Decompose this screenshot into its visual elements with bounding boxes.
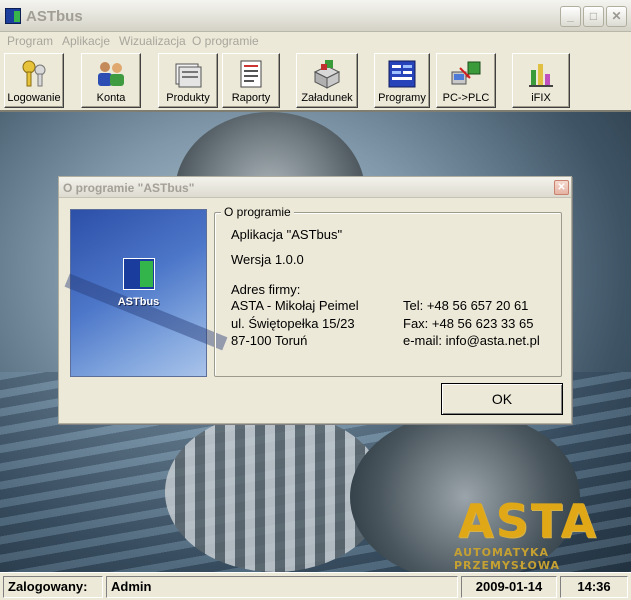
asta-logo: ASTA (458, 494, 599, 548)
asta-logo-subtitle: AUTOMATYKA PRZEMYSŁOWA (454, 546, 561, 572)
status-user: Admin (106, 576, 458, 598)
app-name-text: Aplikacja "ASTbus" (231, 227, 343, 242)
dialog-close-button[interactable]: ✕ (554, 180, 569, 195)
dialog-splash-image: ASTbus (70, 209, 207, 377)
menu-o-programie[interactable]: O programie (192, 34, 259, 48)
about-dialog: O programie "ASTbus" ✕ ASTbus O programi… (58, 176, 572, 424)
address-line: 87-100 Toruń (231, 333, 308, 348)
toolbar-label: iFIX (531, 92, 551, 104)
users-icon (98, 62, 124, 86)
toolbar-label: Raporty (231, 92, 271, 104)
toolbar-label: Załadunek (301, 92, 353, 104)
status-logged-label: Zalogowany: (3, 576, 103, 598)
pc-plc-icon (451, 61, 481, 85)
address-label: Adres firmy: (231, 282, 301, 297)
address-line: ul. Świętopełka 15/23 (231, 316, 355, 331)
astbus-logo-label: ASTbus (117, 296, 160, 308)
email-text: e-mail: info@asta.net.pl (403, 333, 540, 348)
folders-icon (175, 63, 202, 88)
produkty-button[interactable]: Produkty (158, 53, 218, 108)
loading-icon (313, 60, 341, 89)
logowanie-button[interactable]: Logowanie (4, 53, 64, 108)
pc-plc-button[interactable]: PC->PLC (436, 53, 496, 108)
toolbar-label: PC->PLC (442, 92, 490, 104)
ifix-icon (529, 64, 553, 87)
groupbox-title: O programie (221, 205, 294, 219)
close-button[interactable]: ✕ (606, 6, 627, 27)
toolbar-label: Programy (378, 92, 426, 104)
toolbar: Logowanie Konta Produkty Raporty Załadun… (0, 50, 631, 112)
menu-aplikacje[interactable]: Aplikacje (62, 34, 110, 48)
menu-wizualizacja[interactable]: Wizualizacja (119, 34, 186, 48)
programy-button[interactable]: Programy (374, 53, 430, 108)
astbus-logo-icon (123, 258, 155, 290)
minimize-button[interactable]: _ (560, 6, 581, 27)
ok-button[interactable]: OK (441, 383, 563, 415)
toolbar-label: Konta (96, 92, 126, 104)
toolbar-label: Logowanie (7, 92, 61, 104)
title-bar: ASTbus _ □ ✕ (0, 0, 631, 32)
dialog-title-bar: O programie "ASTbus" ✕ (59, 177, 571, 198)
phone-text: Tel: +48 56 657 20 61 (403, 298, 529, 313)
programs-icon (388, 60, 416, 88)
menu-bar: Program Aplikacje Wizualizacja O program… (0, 32, 631, 50)
konta-button[interactable]: Konta (81, 53, 141, 108)
version-text: Wersja 1.0.0 (231, 252, 304, 267)
raporty-button[interactable]: Raporty (222, 53, 280, 108)
maximize-button[interactable]: □ (583, 6, 604, 27)
status-time: 14:36 (560, 576, 628, 598)
zaladunek-button[interactable]: Załadunek (296, 53, 358, 108)
status-date: 2009-01-14 (461, 576, 557, 598)
report-icon (240, 60, 262, 88)
toolbar-label: Produkty (166, 92, 210, 104)
keys-icon (22, 60, 46, 87)
app-icon (5, 8, 21, 24)
ifix-button[interactable]: iFIX (512, 53, 570, 108)
address-line: ASTA - Mikołaj Peimel (231, 298, 359, 313)
dialog-title: O programie "ASTbus" (63, 181, 195, 195)
fax-text: Fax: +48 56 623 33 65 (403, 316, 534, 331)
menu-program[interactable]: Program (7, 34, 53, 48)
status-bar: Zalogowany: Admin 2009-01-14 14:36 (0, 572, 631, 600)
window-title: ASTbus (26, 8, 83, 25)
